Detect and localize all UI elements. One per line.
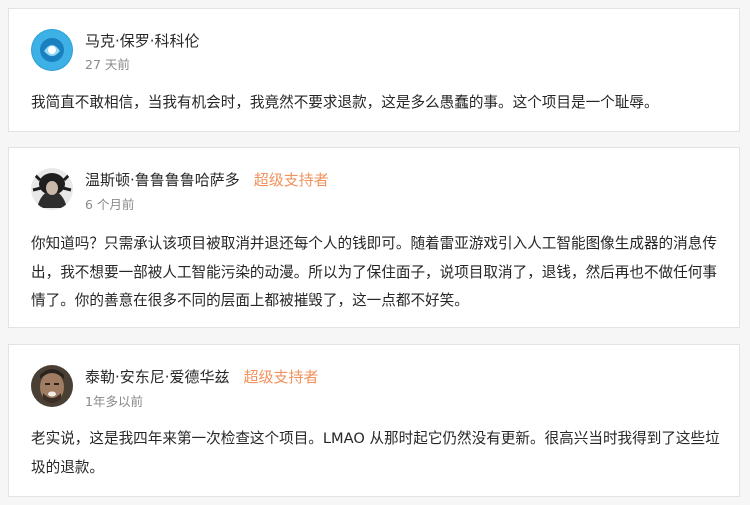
comments-page: 马克·保罗·科科伦 27 天前 我简直不敢相信，当我有机会时，我竟然不要求退款，… <box>0 0 750 505</box>
comment-time: 1年多以前 <box>85 394 143 409</box>
avatar[interactable] <box>31 365 73 407</box>
avatar-image-icon <box>31 29 73 71</box>
comment-text: 你知道吗？只需承认该项目被取消并退还每个人的钱即可。随着雷亚游戏引入人工智能图像… <box>31 235 717 309</box>
author-row: 温斯顿·鲁鲁鲁鲁哈萨多 超级支持者 <box>85 169 329 190</box>
comment-text: 老实说，这是我四年来第一次检查这个项目。LMAO 从那时起它仍然没有更新。很高兴… <box>31 430 720 476</box>
avatar[interactable] <box>31 168 73 210</box>
superbacker-badge: 超级支持者 <box>253 171 329 189</box>
author-name[interactable]: 马克·保罗·科科伦 <box>85 30 200 51</box>
author-row: 马克·保罗·科科伦 <box>85 30 200 51</box>
comment-text: 我简直不敢相信，当我有机会时，我竟然不要求退款，这是多么愚蠢的事。这个项目是一个… <box>31 94 659 111</box>
comment-time: 6 个月前 <box>85 197 135 212</box>
comment-card: 泰勒·安东尼·爱德华兹 超级支持者 1年多以前 老实说，这是我四年来第一次检查这… <box>8 344 740 497</box>
author-name[interactable]: 温斯顿·鲁鲁鲁鲁哈萨多 <box>85 169 240 190</box>
author-name[interactable]: 泰勒·安东尼·爱德华兹 <box>85 366 230 387</box>
comment-card: 马克·保罗·科科伦 27 天前 我简直不敢相信，当我有机会时，我竟然不要求退款，… <box>8 8 740 132</box>
comment-card: 温斯顿·鲁鲁鲁鲁哈萨多 超级支持者 6 个月前 你知道吗？只需承认该项目被取消并… <box>8 147 740 328</box>
comment-time: 27 天前 <box>85 57 130 72</box>
avatar-image-icon <box>31 168 73 210</box>
avatar-image-icon <box>31 365 73 407</box>
author-row: 泰勒·安东尼·爱德华兹 超级支持者 <box>85 366 319 387</box>
avatar[interactable] <box>31 29 73 71</box>
superbacker-badge: 超级支持者 <box>243 368 319 386</box>
